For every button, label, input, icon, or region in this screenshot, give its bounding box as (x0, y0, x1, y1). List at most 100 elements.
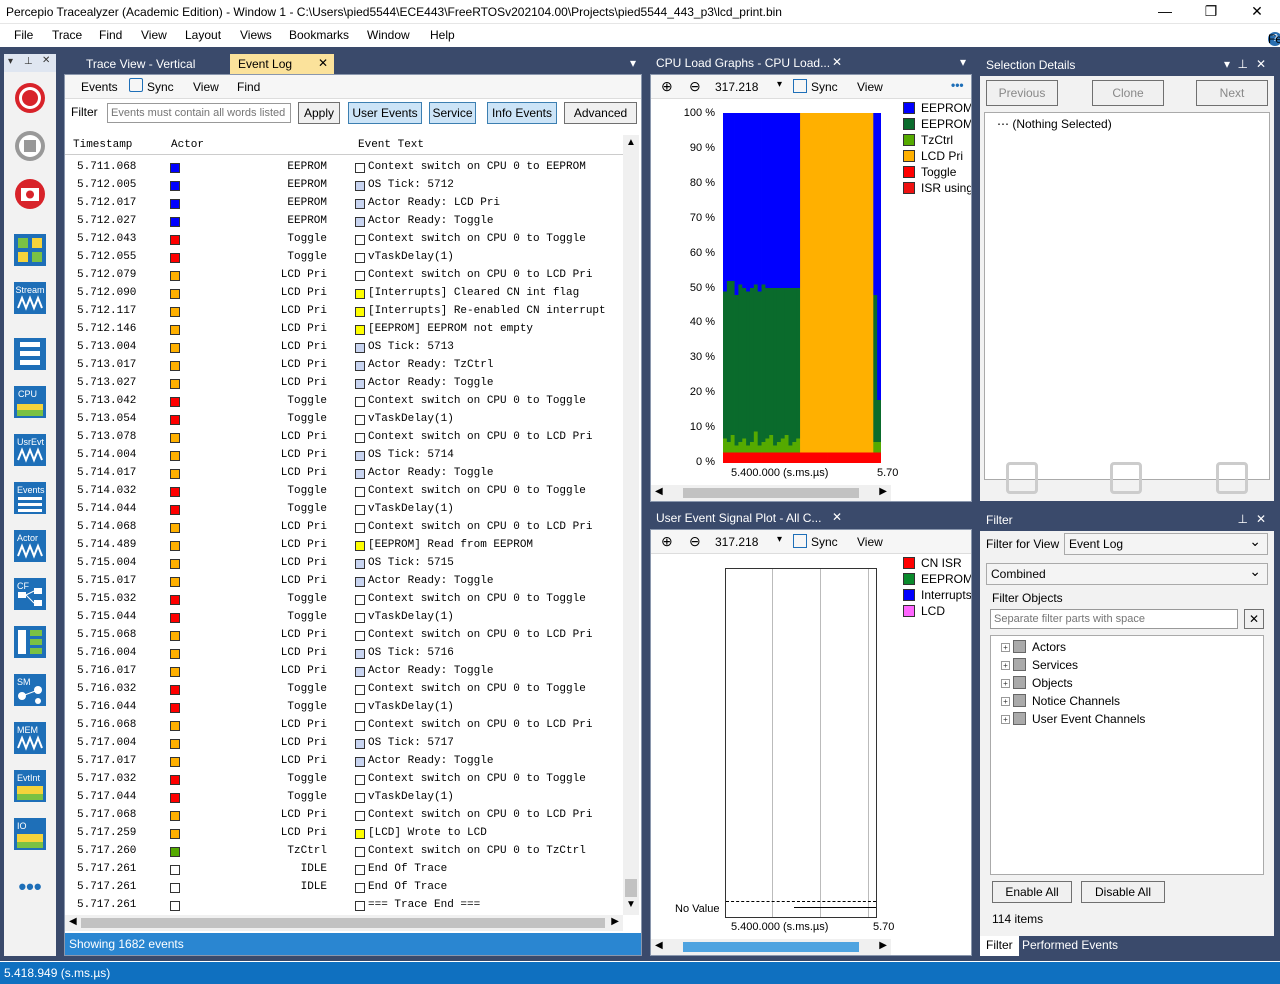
user-events-button[interactable]: User Events (348, 102, 422, 124)
clear-search-button[interactable]: ✕ (1244, 609, 1264, 629)
col-actor[interactable]: Actor (171, 139, 204, 151)
table-row[interactable]: 5.717.261 IDLE End Of Trace (65, 879, 625, 897)
expand-icon[interactable]: + (1001, 715, 1010, 724)
table-row[interactable]: 5.712.005 EEPROM OS Tick: 5712 (65, 177, 625, 195)
close-icon[interactable]: ✕ (1256, 512, 1266, 526)
checkbox-icon[interactable] (1013, 676, 1026, 689)
legend-item[interactable]: TzCtrl (903, 133, 953, 147)
clone-button[interactable]: Clone (1092, 80, 1164, 106)
table-row[interactable]: 5.712.079 LCD Pri Context switch on CPU 0 … (65, 267, 625, 285)
legend-item[interactable]: EEPROM (903, 572, 971, 586)
advanced-button[interactable]: Advanced (564, 102, 637, 124)
legend-item[interactable]: EEPROM (903, 117, 971, 131)
legend-item[interactable]: ISR using S (903, 181, 971, 195)
timeline-icon[interactable] (1006, 462, 1038, 494)
table-row[interactable]: 5.713.054 Toggle vTaskDelay(1) (65, 411, 625, 429)
graph-icon[interactable] (1110, 462, 1142, 494)
legend-item[interactable]: Toggle (903, 165, 956, 179)
expand-icon[interactable]: + (1001, 679, 1010, 688)
table-row[interactable]: 5.714.068 LCD Pri Context switch on CPU 0 … (65, 519, 625, 537)
table-row[interactable]: 5.713.004 LCD Pri OS Tick: 5713 (65, 339, 625, 357)
table-row[interactable]: 5.714.489 LCD Pri [EEPROM] Read from EEPRO… (65, 537, 625, 555)
table-row[interactable]: 5.716.068 LCD Pri Context switch on CPU 0 … (65, 717, 625, 735)
col-timestamp[interactable]: Timestamp (73, 139, 132, 151)
scroll-thumb[interactable] (625, 879, 637, 897)
menu-events[interactable]: Events (81, 80, 118, 94)
view-menu[interactable]: View (857, 535, 883, 549)
user-event-h-scrollbar[interactable]: ◀ ▶ (651, 939, 891, 955)
menu-window[interactable]: Window (367, 28, 410, 42)
legend-item[interactable]: LCD Pri (903, 149, 963, 163)
zoom-out-icon[interactable]: ⊖ (689, 533, 701, 550)
grid-icon[interactable] (1216, 462, 1248, 494)
more-icon[interactable]: ••• (951, 78, 964, 92)
minimize-button[interactable]: — (1142, 0, 1188, 24)
close-icon[interactable]: ✕ (832, 510, 842, 524)
table-row[interactable]: 5.713.078 LCD Pri Context switch on CPU 0 … (65, 429, 625, 447)
col-event-text[interactable]: Event Text (358, 139, 424, 151)
checkbox-icon[interactable] (1013, 658, 1026, 671)
scroll-up-icon[interactable]: ▲ (626, 137, 636, 148)
menu-trace[interactable]: Trace (52, 28, 82, 42)
tab-filter[interactable]: Filter (980, 936, 1019, 956)
menu-view[interactable]: View (141, 28, 167, 42)
table-row[interactable]: 5.716.044 Toggle vTaskDelay(1) (65, 699, 625, 717)
scroll-left-icon[interactable]: ◀ (655, 486, 663, 497)
menu-bookmarks[interactable]: Bookmarks (289, 28, 349, 42)
dropdown-icon[interactable]: ▾ (630, 56, 636, 70)
dropdown-icon[interactable]: ▾ (960, 55, 966, 69)
close-icon[interactable]: ✕ (42, 55, 50, 66)
table-row[interactable]: 5.714.044 Toggle vTaskDelay(1) (65, 501, 625, 519)
table-row[interactable]: 5.715.004 LCD Pri OS Tick: 5715 (65, 555, 625, 573)
io-icon[interactable]: IO (14, 818, 46, 850)
table-row[interactable]: 5.717.017 LCD Pri Actor Ready: Toggle (65, 753, 625, 771)
legend-item[interactable]: LCD (903, 604, 945, 618)
tree-item[interactable]: + Objects (1001, 676, 1073, 690)
table-row[interactable]: 5.712.027 EEPROM Actor Ready: Toggle (65, 213, 625, 231)
zoom-in-icon[interactable]: ⊕ (661, 78, 673, 95)
h-scroll-thumb[interactable] (683, 942, 859, 952)
table-row[interactable]: 5.714.004 LCD Pri OS Tick: 5714 (65, 447, 625, 465)
table-row[interactable]: 5.711.068 EEPROM Context switch on CPU 0 t… (65, 159, 625, 177)
sync-button[interactable]: Sync (811, 535, 838, 549)
table-row[interactable]: 5.712.117 LCD Pri [Interrupts] Re-enabled … (65, 303, 625, 321)
table-row[interactable]: 5.713.017 LCD Pri Actor Ready: TzCtrl (65, 357, 625, 375)
h-scroll-thumb[interactable] (81, 918, 605, 928)
dropdown-icon[interactable]: ▾ (1224, 57, 1230, 71)
filter-input[interactable] (107, 103, 291, 123)
menu-find[interactable]: Find (99, 28, 122, 42)
table-row[interactable]: 5.715.032 Toggle Context switch on CPU 0 t… (65, 591, 625, 609)
h-scroll-thumb[interactable] (683, 488, 859, 498)
zoom-value[interactable]: 317.218 (715, 80, 758, 94)
scroll-right-icon[interactable]: ▶ (879, 940, 887, 951)
pin-icon[interactable]: ⊥ (1238, 57, 1248, 71)
disable-all-button[interactable]: Disable All (1081, 881, 1165, 903)
table-row[interactable]: 5.712.017 EEPROM Actor Ready: LCD Pri (65, 195, 625, 213)
tab-trace-view[interactable]: Trace View - Vertical (78, 54, 203, 74)
pin-icon[interactable]: ⊥ (24, 56, 33, 67)
close-button[interactable]: ✕ (1234, 0, 1280, 24)
menu-find[interactable]: Find (237, 80, 260, 94)
expand-icon[interactable]: + (1001, 661, 1010, 670)
view-menu[interactable]: View (857, 80, 883, 94)
trace-view-icon[interactable] (14, 234, 46, 266)
table-row[interactable]: 5.717.004 LCD Pri OS Tick: 5717 (65, 735, 625, 753)
more-icon[interactable]: ••• (14, 874, 46, 906)
zoom-dropdown-icon[interactable]: ▾ (777, 534, 782, 545)
cpu-h-scrollbar[interactable]: ◀ ▶ (651, 485, 891, 501)
legend-item[interactable]: CN ISR (903, 556, 962, 570)
enable-all-button[interactable]: Enable All (992, 881, 1072, 903)
tab-event-log[interactable]: Event Log ✕ (230, 54, 334, 74)
close-icon[interactable]: ✕ (318, 56, 328, 70)
menu-view[interactable]: View (193, 80, 219, 94)
record-icon[interactable] (14, 82, 46, 114)
zoom-out-icon[interactable]: ⊖ (689, 78, 701, 95)
scroll-down-icon[interactable]: ▼ (626, 899, 636, 910)
user-event-icon[interactable]: UsrEvt (14, 434, 46, 466)
table-row[interactable]: 5.717.032 Toggle Context switch on CPU 0 t… (65, 771, 625, 789)
table-row[interactable]: 5.717.260 TzCtrl Context switch on CPU 0 t… (65, 843, 625, 861)
menu-arrow-icon[interactable]: ▾ (8, 56, 13, 67)
checkbox-icon[interactable] (1013, 712, 1026, 725)
filter-objects-search[interactable] (990, 609, 1238, 629)
table-row[interactable]: 5.717.044 Toggle vTaskDelay(1) (65, 789, 625, 807)
